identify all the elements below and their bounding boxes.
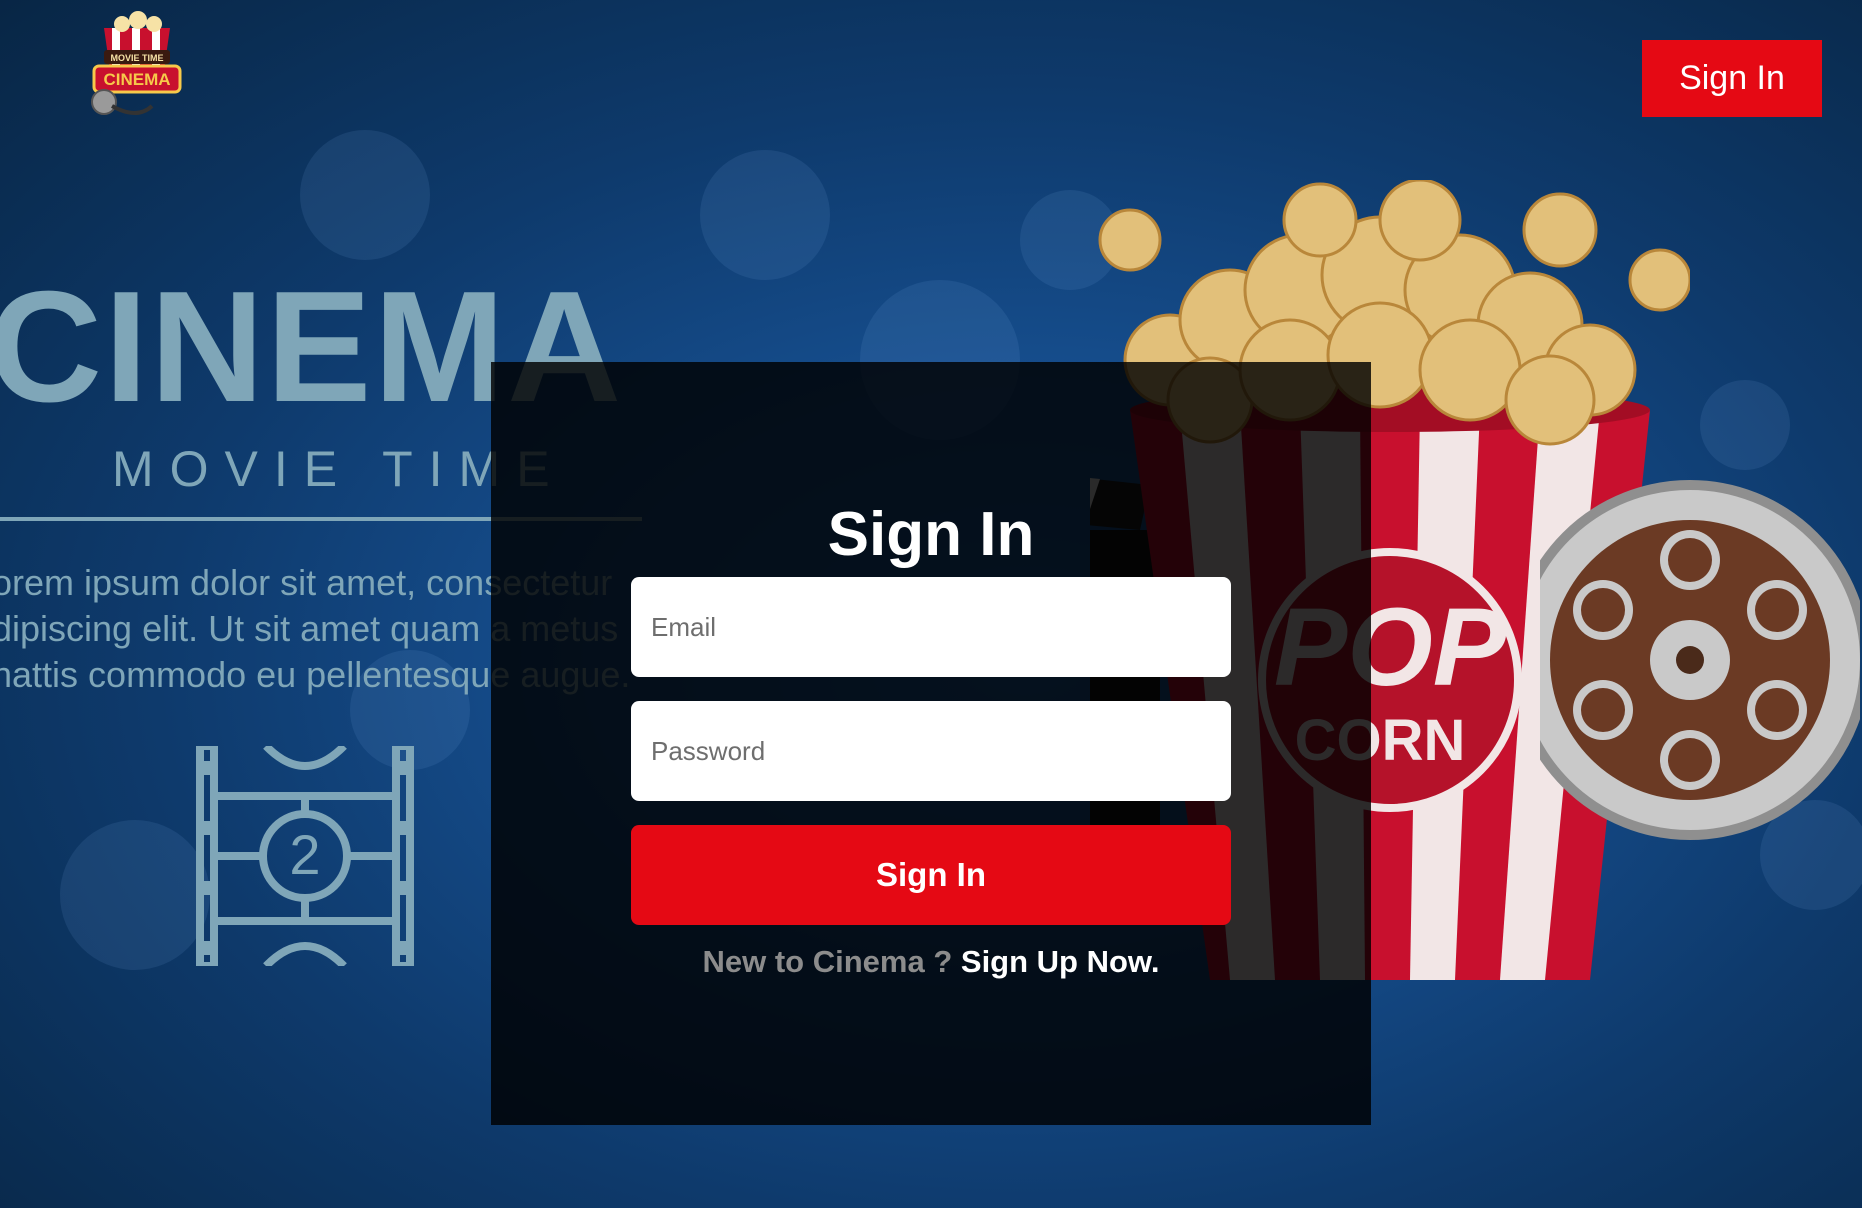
film-reel-icon [1540, 480, 1860, 840]
countdown-number: 2 [289, 823, 320, 886]
password-field[interactable] [631, 701, 1231, 801]
cinema-logo-icon[interactable]: MOVIE TIME CINEMA [82, 10, 192, 120]
signup-line: New to Cinema ? Sign Up Now. [491, 946, 1371, 977]
page: CINEMA MOVIE TIME orem ipsum dolor sit a… [0, 0, 1862, 1208]
signup-prompt: New to Cinema ? [702, 944, 953, 979]
signin-panel: Sign In Sign In New to Cinema ? Sign Up … [491, 362, 1371, 1125]
bokeh-light [60, 820, 210, 970]
signin-submit-button[interactable]: Sign In [631, 825, 1231, 925]
email-field[interactable] [631, 577, 1231, 677]
bokeh-light [700, 150, 830, 280]
logo-text-main: CINEMA [103, 70, 170, 89]
header-signin-button[interactable]: Sign In [1642, 40, 1822, 117]
bokeh-light [1700, 380, 1790, 470]
signin-title: Sign In [827, 500, 1035, 569]
logo-text-top: MOVIE TIME [110, 53, 163, 63]
bokeh-light [300, 130, 430, 260]
countdown-filmstrip-icon: 2 [196, 746, 414, 966]
signup-link[interactable]: Sign Up Now. [961, 944, 1160, 979]
